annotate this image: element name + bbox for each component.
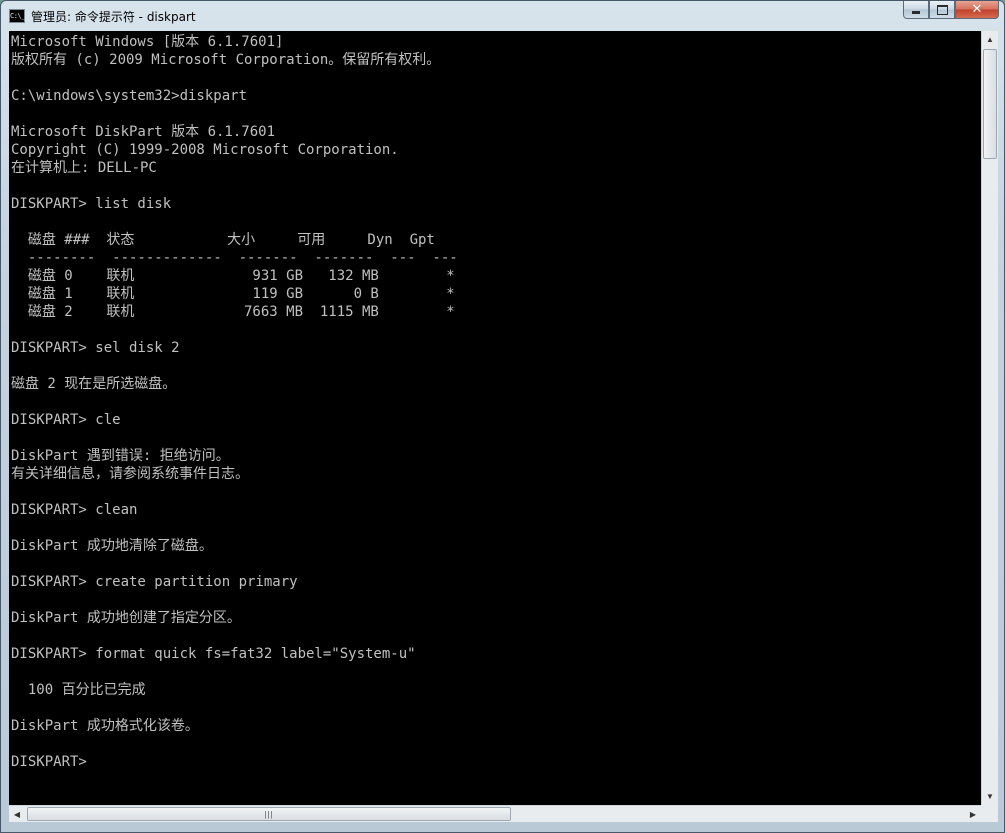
console-line: DISKPART> cle — [11, 412, 121, 428]
console-line: 磁盘 2 现在是所选磁盘。 — [11, 376, 177, 392]
console-line: DiskPart 成功地清除了磁盘。 — [11, 538, 213, 554]
horizontal-scrollbar[interactable]: ◀ ||| ▶ — [9, 805, 981, 822]
scroll-up-icon[interactable]: ▲ — [982, 31, 998, 48]
console-line: DISKPART> list disk — [11, 196, 172, 212]
console-line: DiskPart 成功地创建了指定分区。 — [11, 610, 241, 626]
console-output-area[interactable]: Microsoft Windows [版本 6.1.7601] 版权所有 (c) … — [9, 31, 981, 805]
minimize-button[interactable] — [903, 1, 929, 19]
console-line: 在计算机上: DELL-PC — [11, 160, 157, 176]
close-button[interactable]: ✕ — [955, 1, 999, 19]
console-line: DISKPART> clean — [11, 502, 138, 518]
vertical-scroll-thumb[interactable] — [983, 49, 997, 159]
console-line: 有关详细信息，请参阅系统事件日志。 — [11, 466, 249, 482]
console-line: 磁盘 ### 状态 大小 可用 Dyn Gpt — [11, 232, 435, 248]
console-text: Microsoft Windows [版本 6.1.7601] 版权所有 (c) … — [11, 33, 458, 771]
console-line: DiskPart 遇到错误: 拒绝访问。 — [11, 448, 230, 464]
console-line: DISKPART> sel disk 2 — [11, 340, 180, 356]
console-line: 磁盘 1 联机 119 GB 0 B * — [11, 286, 455, 302]
scroll-down-icon[interactable]: ▼ — [982, 788, 998, 805]
console-line: 版权所有 (c) 2009 Microsoft Corporation。保留所有… — [11, 52, 441, 68]
console-icon[interactable]: C:\_ — [9, 9, 25, 23]
scroll-left-icon[interactable]: ◀ — [9, 806, 25, 823]
grip-icon: ||| — [264, 809, 274, 819]
console-line: C:\windows\system32>diskpart — [11, 88, 248, 104]
horizontal-scroll-thumb[interactable]: ||| — [27, 807, 511, 821]
console-line: DISKPART> create partition primary — [11, 574, 298, 590]
scrollbar-corner — [981, 805, 998, 822]
title-bar[interactable]: C:\_ 管理员: 命令提示符 - diskpart ✕ — [1, 1, 1004, 31]
close-icon: ✕ — [971, 2, 983, 17]
console-line: DiskPart 成功格式化该卷。 — [11, 718, 199, 734]
maximize-button[interactable] — [929, 1, 955, 19]
console-line: DISKPART> format quick fs=fat32 label="S… — [11, 646, 416, 662]
console-line: Microsoft Windows [版本 6.1.7601] — [11, 34, 284, 50]
window-title: 管理员: 命令提示符 - diskpart — [31, 10, 196, 24]
console-line: 磁盘 2 联机 7663 MB 1115 MB * — [11, 304, 455, 320]
maximize-icon — [936, 4, 948, 15]
console-window: C:\_ 管理员: 命令提示符 - diskpart ✕ Microsoft W… — [0, 0, 1005, 833]
console-line: 磁盘 0 联机 931 GB 132 MB * — [11, 268, 455, 284]
console-line: 100 百分比已完成 — [11, 682, 146, 698]
scroll-right-icon[interactable]: ▶ — [965, 806, 981, 823]
console-line: -------- ------------- ------- ------- -… — [11, 250, 458, 266]
caption-buttons: ✕ — [903, 1, 999, 21]
vertical-scrollbar[interactable]: ▲ ▼ — [981, 31, 998, 805]
console-line: Copyright (C) 1999-2008 Microsoft Corpor… — [11, 142, 399, 158]
console-line: Microsoft DiskPart 版本 6.1.7601 — [11, 124, 276, 140]
console-line: DISKPART> — [11, 754, 96, 770]
minimize-icon — [912, 11, 920, 14]
